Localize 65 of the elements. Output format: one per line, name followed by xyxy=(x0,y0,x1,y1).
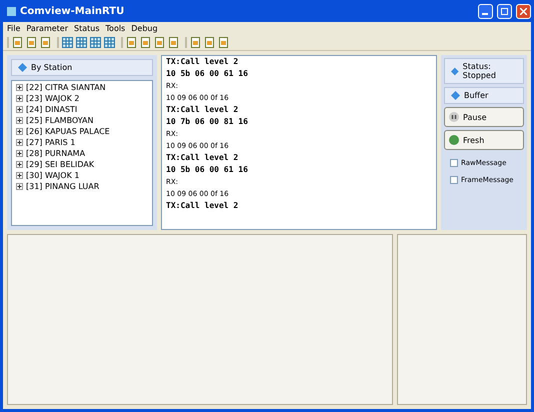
expander-icon[interactable] xyxy=(16,128,23,135)
document-icon[interactable] xyxy=(168,37,179,48)
tree-item[interactable]: [29] SEI BELIDAK xyxy=(16,160,148,169)
expander-icon[interactable] xyxy=(16,161,23,168)
document-icon[interactable] xyxy=(126,37,137,48)
checkbox[interactable] xyxy=(450,176,458,184)
maximize-icon xyxy=(501,8,508,14)
log-line: 10 5b 06 00 61 16 xyxy=(166,68,249,80)
buffer-header[interactable]: Buffer xyxy=(444,87,524,104)
grid-icon[interactable] xyxy=(90,37,101,48)
grid-icon[interactable] xyxy=(62,37,73,48)
menu-item[interactable]: Tools xyxy=(106,24,126,33)
expander-icon[interactable] xyxy=(16,139,23,146)
document-icon[interactable] xyxy=(190,37,201,48)
log-line: TX:Call level 2 xyxy=(166,152,240,164)
diamond-icon xyxy=(18,63,27,72)
tree-item[interactable]: [28] PURNAMA xyxy=(16,149,148,158)
document-icon[interactable] xyxy=(40,37,51,48)
close-button[interactable] xyxy=(516,4,531,18)
diamond-icon xyxy=(451,66,459,76)
tree-item[interactable]: [24] DINASTI xyxy=(16,105,148,114)
expander-icon[interactable] xyxy=(16,172,23,179)
expander-icon[interactable] xyxy=(16,183,23,190)
menu-item[interactable]: Status xyxy=(74,24,100,33)
checkbox[interactable] xyxy=(450,159,458,167)
expander-icon[interactable] xyxy=(16,95,23,102)
document-icon[interactable] xyxy=(12,37,23,48)
tree-item[interactable]: [22] CITRA SIANTAN xyxy=(16,83,148,92)
document-icon[interactable] xyxy=(140,37,151,48)
pause-button[interactable]: Pause xyxy=(444,107,524,127)
tree-item[interactable]: [30] WAJOK 1 xyxy=(16,171,148,180)
menu-item[interactable]: Debug xyxy=(131,24,158,33)
expander-icon[interactable] xyxy=(16,106,23,113)
document-icon[interactable] xyxy=(154,37,165,48)
maximize-button[interactable] xyxy=(497,4,512,18)
minimize-button[interactable] xyxy=(478,4,493,18)
app-icon xyxy=(7,6,16,16)
fresh-button[interactable]: Fresh xyxy=(444,130,524,150)
grid-icon[interactable] xyxy=(76,37,87,48)
log-line: 10 7b 06 00 81 16 xyxy=(166,116,249,128)
menu-item[interactable]: File xyxy=(7,24,20,33)
expander-icon[interactable] xyxy=(16,150,23,157)
circle-icon xyxy=(449,135,459,145)
log-line: TX:Call level 2 xyxy=(166,200,240,212)
diamond-icon xyxy=(451,91,460,100)
pause-icon xyxy=(449,112,459,122)
document-icon[interactable] xyxy=(218,37,229,48)
expander-icon[interactable] xyxy=(16,117,23,124)
tree-item[interactable]: [25] FLAMBOYAN xyxy=(16,116,148,125)
tree-item[interactable]: [23] WAJOK 2 xyxy=(16,94,148,103)
station-header[interactable]: By Station xyxy=(11,59,153,76)
tree-item[interactable]: [31] PINANG LUAR xyxy=(16,182,148,191)
menu-item[interactable]: Parameter xyxy=(26,24,68,33)
status-header: Status: Stopped xyxy=(444,58,524,84)
close-icon xyxy=(520,8,527,14)
document-icon[interactable] xyxy=(204,37,215,48)
expander-icon[interactable] xyxy=(16,84,23,91)
log-line: TX:Call level 2 xyxy=(166,56,240,68)
grid-icon[interactable] xyxy=(104,37,115,48)
document-icon[interactable] xyxy=(26,37,37,48)
log-line: TX:Call level 2 xyxy=(166,104,240,116)
tree-item[interactable]: [26] KAPUAS PALACE xyxy=(16,127,148,136)
tree-item[interactable]: [27] PARIS 1 xyxy=(16,138,148,147)
window-title: Comview-MainRTU xyxy=(20,6,126,16)
log-line: 10 5b 06 00 61 16 xyxy=(166,164,249,176)
